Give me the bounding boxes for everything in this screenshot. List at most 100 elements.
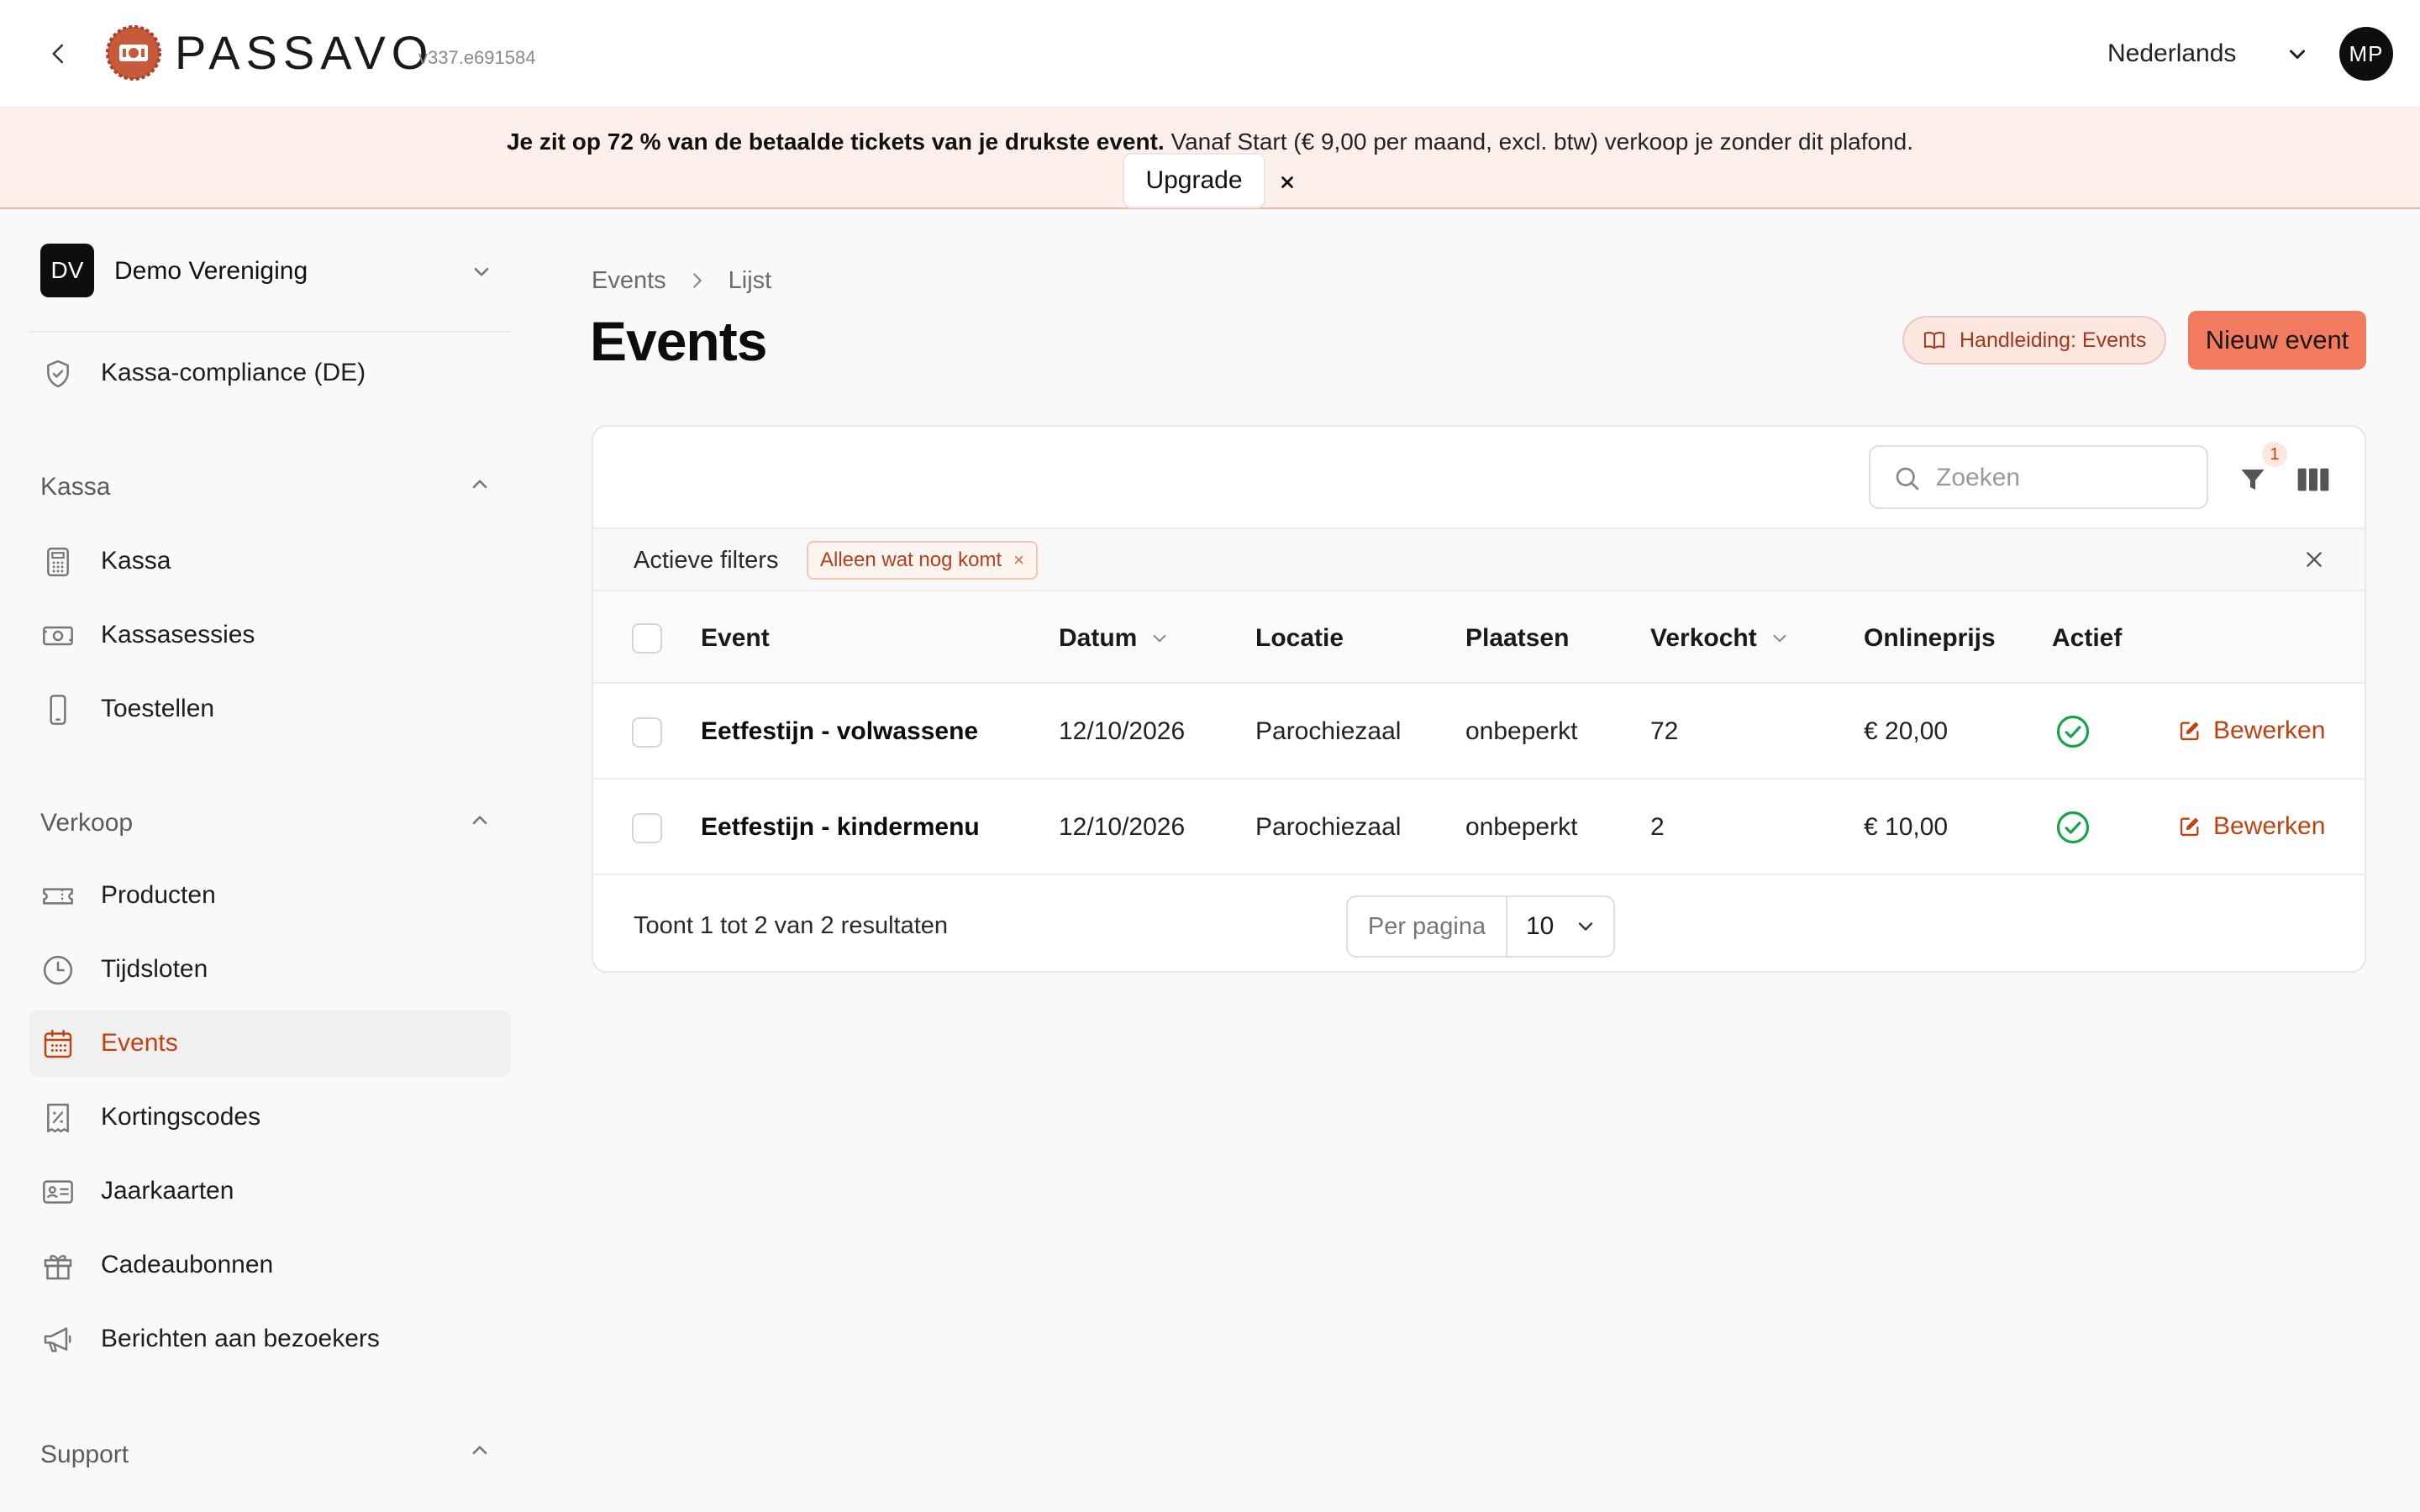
search-field[interactable]: [1869, 445, 2208, 509]
brand-name: PASSAVO: [175, 26, 434, 79]
sidebar-item-cadeaubonnen[interactable]: Cadeaubonnen: [29, 1231, 511, 1299]
sidebar-item-label: Berichten aan bezoekers: [101, 1325, 380, 1352]
new-event-button[interactable]: Nieuw event: [2188, 311, 2366, 370]
column-header-actief[interactable]: Actief: [2052, 622, 2122, 655]
sidebar-item-berichten[interactable]: Berichten aan bezoekers: [29, 1305, 511, 1373]
column-header-locatie[interactable]: Locatie: [1255, 622, 1344, 655]
filter-icon[interactable]: [2233, 460, 2272, 499]
shield-check-icon: [40, 356, 76, 391]
cash-icon: [40, 618, 76, 654]
sidebar-item-label: Cadeaubonnen: [101, 1251, 274, 1278]
column-header-datum[interactable]: Datum: [1059, 622, 1174, 655]
edit-label: Bewerken: [2213, 717, 2326, 744]
table-row[interactable]: Eetfestijn - volwassene 12/10/2026 Paroc…: [593, 684, 2365, 780]
table-toolbar: 1: [593, 427, 2365, 529]
sidebar-item-kassa-compliance[interactable]: Kassa-compliance (DE): [29, 339, 511, 407]
column-header-event[interactable]: Event: [701, 622, 770, 655]
table-row[interactable]: Eetfestijn - kindermenu 12/10/2026 Paroc…: [593, 780, 2365, 875]
id-card-icon: [40, 1174, 76, 1210]
column-label: Onlineprijs: [1864, 624, 1996, 652]
column-header-plaatsen[interactable]: Plaatsen: [1465, 622, 1569, 655]
chevron-up-icon[interactable]: [466, 806, 494, 835]
sidebar-item-toestellen[interactable]: Toestellen: [29, 675, 511, 743]
manual-button[interactable]: Handleiding: Events: [1902, 316, 2166, 365]
book-open-icon: [1923, 328, 1948, 353]
user-avatar[interactable]: MP: [2339, 27, 2393, 81]
discount-receipt-icon: [40, 1100, 76, 1136]
sidebar-item-tijdsloten[interactable]: Tijdsloten: [29, 936, 511, 1003]
sidebar-item-label: Producten: [101, 881, 216, 909]
chevron-up-icon[interactable]: [466, 470, 494, 499]
edit-link[interactable]: Bewerken: [2178, 810, 2325, 843]
manual-button-label: Handleiding: Events: [1960, 328, 2147, 352]
filter-chip[interactable]: Alleen wat nog komt ×: [807, 541, 1038, 580]
section-title-verkoop[interactable]: Verkoop: [40, 806, 133, 840]
sidebar-item-label: Tijdsloten: [101, 955, 208, 983]
megaphone-icon: [40, 1322, 76, 1357]
section-title-kassa[interactable]: Kassa: [40, 470, 110, 504]
row-checkbox[interactable]: [632, 813, 662, 843]
column-label: Verkocht: [1650, 624, 1757, 652]
language-select[interactable]: Nederlands: [2107, 37, 2236, 71]
section-title-support[interactable]: Support: [40, 1438, 129, 1472]
check-circle-icon: [2055, 714, 2091, 749]
search-input[interactable]: [1936, 459, 2188, 497]
table-header: Event Datum Locatie Plaatsen Verkocht On…: [593, 591, 2365, 684]
back-arrow-icon[interactable]: [42, 37, 76, 71]
select-all-checkbox[interactable]: [632, 623, 662, 654]
organization-switcher[interactable]: DV Demo Vereniging: [40, 244, 511, 299]
event-date: 12/10/2026: [1059, 813, 1186, 841]
chevron-down-icon[interactable]: [467, 257, 496, 286]
sidebar-item-kortingscodes[interactable]: Kortingscodes: [29, 1084, 511, 1151]
per-page-select[interactable]: Per pagina 10: [1346, 895, 1615, 958]
active-filters-bar: Actieve filters Alleen wat nog komt ×: [593, 529, 2365, 591]
sidebar-item-label: Kassa: [101, 547, 171, 575]
phone-icon: [40, 692, 76, 727]
passavo-logo-icon: [106, 25, 161, 81]
sidebar-item-kassasessies[interactable]: Kassasessies: [29, 601, 511, 669]
per-page-label: Per pagina: [1348, 897, 1507, 956]
sidebar-item-jaarkaarten[interactable]: Jaarkaarten: [29, 1158, 511, 1225]
sidebar-item-label: Toestellen: [101, 695, 215, 722]
breadcrumb: Events Lijst: [592, 264, 771, 297]
column-header-onlineprijs[interactable]: Onlineprijs: [1864, 622, 1996, 655]
clear-filters-icon[interactable]: [2299, 544, 2329, 575]
divider: [29, 331, 511, 333]
sort-chevron-icon[interactable]: [1769, 626, 1794, 651]
sidebar-item-label: Kassasessies: [101, 621, 255, 648]
sidebar-item-events[interactable]: Events: [29, 1010, 511, 1077]
sidebar-item-kassa[interactable]: Kassa: [29, 528, 511, 595]
column-label: Event: [701, 624, 770, 652]
sidebar-item-label: Events: [101, 1029, 178, 1057]
page-title: Events: [590, 310, 767, 372]
upgrade-button[interactable]: Upgrade: [1123, 153, 1265, 208]
row-checkbox[interactable]: [632, 717, 662, 748]
sidebar-item-label: Kortingscodes: [101, 1103, 261, 1131]
column-label: Plaatsen: [1465, 624, 1570, 652]
sort-chevron-icon[interactable]: [1149, 626, 1174, 651]
sidebar-item-producten[interactable]: Producten: [29, 862, 511, 929]
chevron-up-icon[interactable]: [466, 1436, 494, 1465]
breadcrumb-events[interactable]: Events: [592, 264, 666, 297]
column-header-verkocht[interactable]: Verkocht: [1650, 622, 1794, 655]
edit-link[interactable]: Bewerken: [2178, 714, 2325, 748]
per-page-value[interactable]: 10: [1507, 897, 1613, 956]
event-date: 12/10/2026: [1059, 717, 1186, 745]
close-icon[interactable]: [1274, 169, 1301, 196]
calendar-icon: [40, 1026, 76, 1062]
filter-chip-label: Alleen wat nog komt: [820, 549, 1002, 571]
remove-filter-icon[interactable]: ×: [1013, 549, 1024, 571]
event-location: Parochiezaal: [1255, 717, 1402, 745]
chevron-down-icon[interactable]: [2282, 39, 2312, 69]
event-location: Parochiezaal: [1255, 813, 1402, 841]
org-name: Demo Vereniging: [114, 257, 308, 285]
per-page-number: 10: [1526, 912, 1555, 940]
banner-bold-text: Je zit op 72 % van de betaalde tickets v…: [506, 129, 1165, 155]
column-label: Locatie: [1255, 624, 1344, 652]
event-price: € 20,00: [1864, 717, 1949, 745]
event-name[interactable]: Eetfestijn - kindermenu: [701, 811, 980, 844]
event-seats: onbeperkt: [1465, 813, 1578, 841]
columns-icon[interactable]: [2294, 462, 2333, 497]
event-name[interactable]: Eetfestijn - volwassene: [701, 715, 978, 748]
chevron-down-icon[interactable]: [1574, 914, 1599, 939]
